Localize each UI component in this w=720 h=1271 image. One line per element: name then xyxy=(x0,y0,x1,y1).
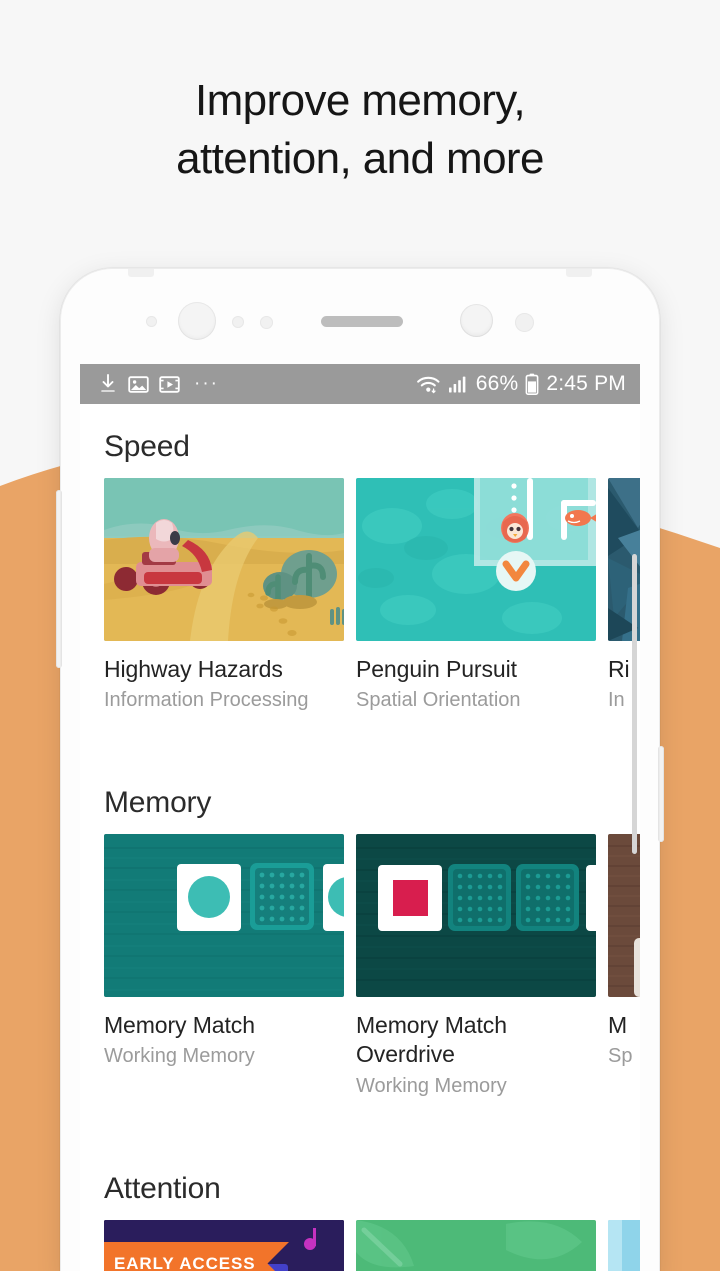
vertical-scrollbar[interactable] xyxy=(632,554,637,854)
power-button[interactable] xyxy=(658,746,664,842)
game-card-highway-hazards[interactable]: Highway Hazards Information Processing xyxy=(104,478,344,714)
volume-button[interactable] xyxy=(56,490,62,668)
game-thumbnail-dj-mixer-neon: EARLY ACCESS xyxy=(104,1219,344,1271)
game-title: Penguin Pursuit xyxy=(356,656,517,682)
phone-bezel xyxy=(60,294,660,352)
game-list-scroll-container[interactable]: Speed Highway Hazards Information Proces… xyxy=(80,404,640,1271)
clock-label: 2:45 PM xyxy=(546,372,626,395)
game-card-partial-memory[interactable]: M Sp xyxy=(608,834,640,1099)
section-title-memory: Memory xyxy=(104,786,212,820)
section-title-speed: Speed xyxy=(104,430,190,463)
section-title-attention: Attention xyxy=(104,1171,221,1205)
game-card-attention-early-access[interactable]: EARLY ACCESS xyxy=(104,1219,344,1271)
game-thumbnail-green-ant-leaf xyxy=(356,1219,596,1271)
early-access-badge: EARLY ACCESS xyxy=(104,1242,290,1271)
led-indicator-icon xyxy=(515,313,534,332)
battery-percent-label: 66% xyxy=(475,372,519,395)
proximity-sensor-icon xyxy=(232,316,244,328)
headline-line-1: Improve memory, xyxy=(194,76,526,125)
game-title: M xyxy=(608,1012,628,1039)
game-thumbnail-light-blue xyxy=(608,1219,640,1271)
game-thumbnail-desert-racer xyxy=(104,478,344,641)
antenna-band-left xyxy=(128,268,154,277)
page-title: Improve memory, attention, and more xyxy=(0,72,720,188)
game-skill: Working Memory xyxy=(356,1074,507,1097)
section-row-memory[interactable]: Memory Match Working Memory Memory Match… xyxy=(80,834,640,1099)
section-row-attention[interactable]: EARLY ACCESS xyxy=(80,1219,640,1271)
phone-screen: ··· 66% 2:45 PM Speed Highway Hazards In… xyxy=(80,364,640,1271)
game-thumbnail-penguin-maze xyxy=(356,478,596,641)
download-icon xyxy=(98,373,118,395)
game-card-penguin-pursuit[interactable]: Penguin Pursuit Spatial Orientation xyxy=(356,478,596,714)
game-title: Highway Hazards xyxy=(104,656,283,682)
game-skill: Working Memory xyxy=(104,1045,255,1068)
status-overflow-icon: ··· xyxy=(194,373,219,394)
earpiece-speaker xyxy=(321,316,403,327)
video-icon xyxy=(159,374,180,395)
game-skill: Sp xyxy=(608,1045,633,1068)
wifi-icon xyxy=(416,374,441,395)
game-title: Memory Match Overdrive xyxy=(356,1012,507,1068)
light-sensor-icon xyxy=(260,316,273,329)
game-card-memory-match[interactable]: Memory Match Working Memory xyxy=(104,834,344,1099)
game-thumbnail-dark-teal-cards xyxy=(356,834,596,998)
battery-icon xyxy=(525,373,539,395)
game-skill: Information Processing xyxy=(104,689,309,712)
game-card-memory-match-overdrive[interactable]: Memory Match Overdrive Working Memory xyxy=(356,834,596,1099)
game-thumbnail-brown-wood xyxy=(608,834,640,998)
game-card-attention-green[interactable] xyxy=(356,1219,596,1271)
front-camera-icon xyxy=(178,302,216,340)
game-skill: Spatial Orientation xyxy=(356,689,521,712)
headline-line-2: attention, and more xyxy=(176,134,544,184)
iris-scanner-icon xyxy=(460,304,493,337)
cellular-signal-icon xyxy=(448,374,469,394)
sensor-icon xyxy=(146,316,157,327)
phone-mockup: ··· 66% 2:45 PM Speed Highway Hazards In… xyxy=(56,268,664,1271)
section-row-speed[interactable]: Highway Hazards Information Processing P… xyxy=(80,478,640,714)
game-title: Memory Match xyxy=(104,1012,255,1039)
status-bar: ··· 66% 2:45 PM xyxy=(80,364,640,404)
antenna-band-right xyxy=(566,268,592,277)
game-thumbnail-teal-cards xyxy=(104,834,344,998)
image-icon xyxy=(128,374,149,395)
game-card-attention-partial[interactable] xyxy=(608,1219,640,1271)
